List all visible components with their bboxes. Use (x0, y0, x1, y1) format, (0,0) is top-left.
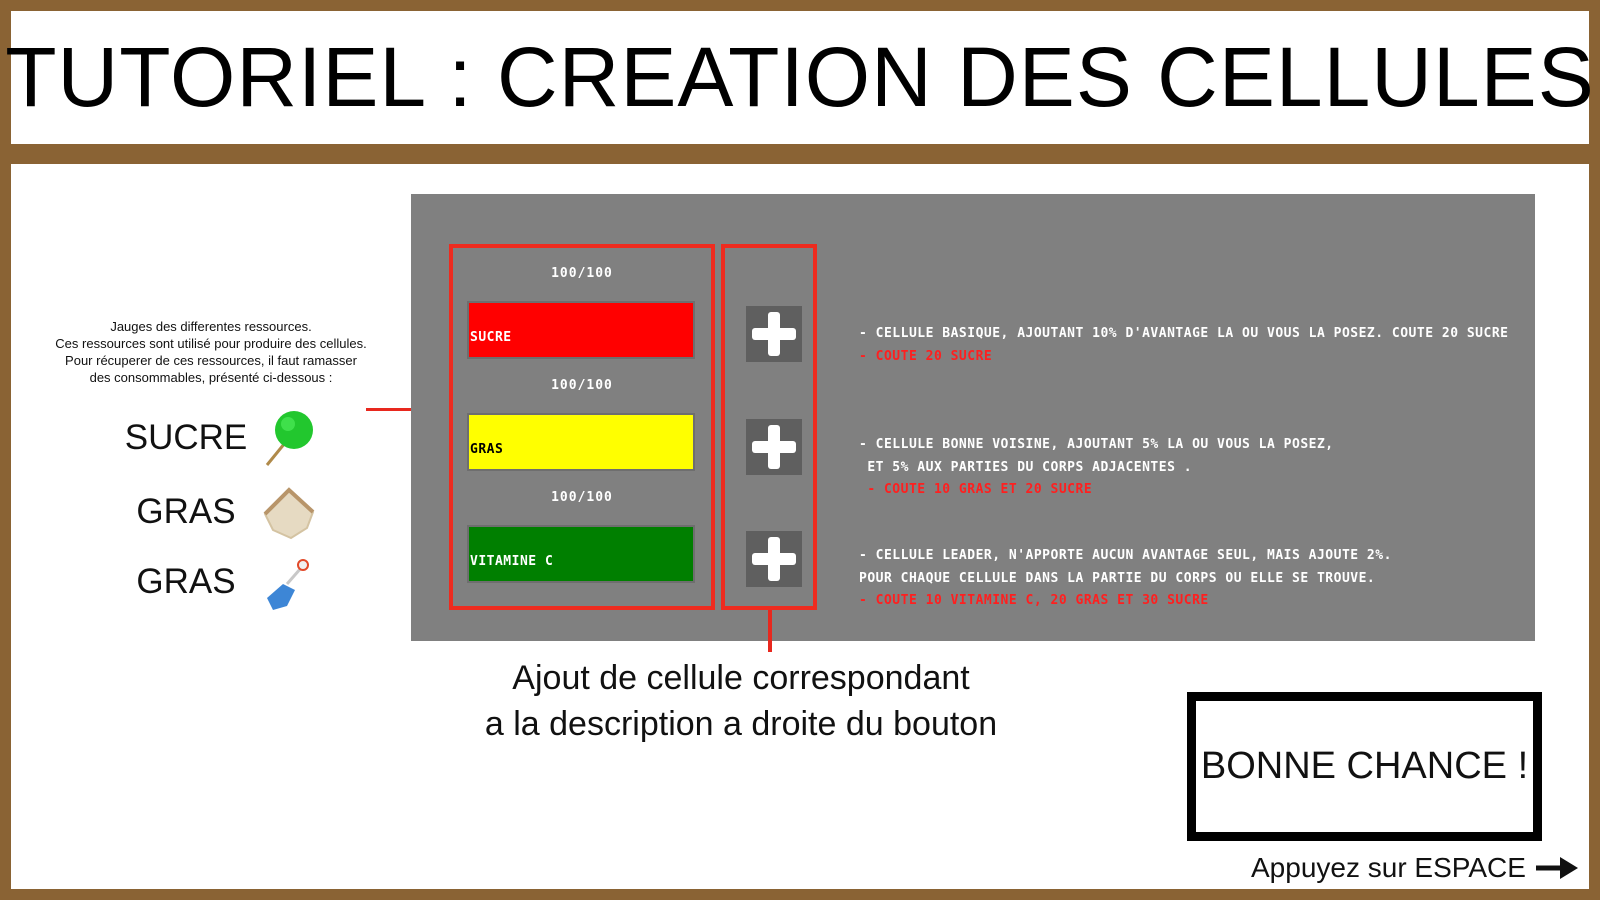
neighbor-cell-description: - CELLULE BONNE VOISINE, AJOUTANT 5% LA … (859, 434, 1334, 502)
gauge-explanation-line: Ces ressources sont utilisé pour produir… (55, 336, 367, 351)
gras-gauge: GRAS (467, 413, 695, 471)
gauge-explanation-line: Pour récuperer de ces ressources, il fau… (65, 353, 357, 368)
consumable-gras: GRAS (111, 484, 331, 544)
add-neighbor-cell-button[interactable] (746, 419, 802, 475)
vitamine-gauge-value: 100/100 (551, 490, 613, 505)
add-leader-cell-button[interactable] (746, 531, 802, 587)
sucre-gauge: SUCRE (467, 301, 695, 359)
gauge-explanation-line: des consommables, présenté ci-dessous : (89, 370, 333, 385)
cost-line: - COUTE 10 GRAS ET 20 SUCRE (859, 482, 1093, 497)
cost-line: - COUTE 20 SUCRE (859, 348, 993, 364)
button-pointer-line (768, 610, 772, 652)
title-banner: TUTORIEL : CREATION DES CELLULES (5, 11, 1594, 144)
vitamine-c-gauge-label: VITAMINE C (470, 554, 554, 569)
add-basic-cell-button[interactable] (746, 306, 802, 362)
continue-prompt[interactable]: Appuyez sur ESPACE (1251, 848, 1581, 888)
basic-cell-description: - CELLULE BASIQUE, AJOUTANT 10% D'AVANTA… (859, 323, 1508, 368)
gras-gauge-label: GRAS (470, 442, 504, 457)
cell-creation-panel: 100/100 SUCRE 100/100 GRAS 100/100 VITAM… (411, 194, 1535, 641)
plus-icon (752, 312, 796, 356)
consumable-sucre: SUCRE (111, 410, 331, 470)
arrow-right-icon (1535, 857, 1578, 879)
description-line: ET 5% AUX PARTIES DU CORPS ADJACENTES . (859, 459, 1193, 475)
description-line: POUR CHAQUE CELLULE DANS LA PARTIE DU CO… (859, 570, 1376, 586)
consumable-name: GRAS (136, 492, 236, 531)
leader-cell-description: - CELLULE LEADER, N'APPORTE AUCUN AVANTA… (859, 545, 1392, 613)
sucre-gauge-label: SUCRE (470, 330, 512, 345)
consumable-name: GRAS (136, 562, 236, 601)
vitamine-c-gauge: VITAMINE C (467, 525, 695, 583)
cost-line: - COUTE 10 VITAMINE C, 20 GRAS ET 30 SUC… (859, 593, 1209, 608)
consumable-gras-2: GRAS (111, 554, 331, 614)
add-cell-caption: Ajout de cellule correspondant a la desc… (431, 655, 1051, 747)
description-line: - CELLULE LEADER, N'APPORTE AUCUN AVANTA… (859, 548, 1392, 563)
plus-icon (752, 425, 796, 469)
page-title: TUTORIEL : CREATION DES CELLULES (5, 30, 1595, 124)
gauge-explanation-line: Jauges des differentes ressources. (110, 319, 312, 334)
good-luck-text: BONNE CHANCE ! (1200, 745, 1529, 787)
green-lollipop-icon (261, 410, 321, 470)
sucre-gauge-value: 100/100 (551, 266, 613, 281)
plus-icon (752, 537, 796, 581)
description-line: - CELLULE BONNE VOISINE, AJOUTANT 5% LA … (859, 437, 1334, 452)
bread-slice-icon (261, 484, 321, 544)
caption-line: a la description a droite du bouton (484, 705, 998, 743)
gauge-explanation: Jauges des differentes ressources. Ces r… (41, 318, 381, 386)
consumable-name: SUCRE (124, 418, 248, 457)
continue-text: Appuyez sur ESPACE (1251, 852, 1526, 883)
description-line: - CELLULE BASIQUE, AJOUTANT 10% D'AVANTA… (859, 326, 1509, 341)
blue-bottle-icon (261, 554, 321, 614)
gras-gauge-value: 100/100 (551, 378, 613, 393)
caption-line: Ajout de cellule correspondant (512, 659, 970, 697)
good-luck-box: BONNE CHANCE ! (1187, 692, 1542, 841)
tutorial-panel: Jauges des differentes ressources. Ces r… (11, 164, 1589, 889)
